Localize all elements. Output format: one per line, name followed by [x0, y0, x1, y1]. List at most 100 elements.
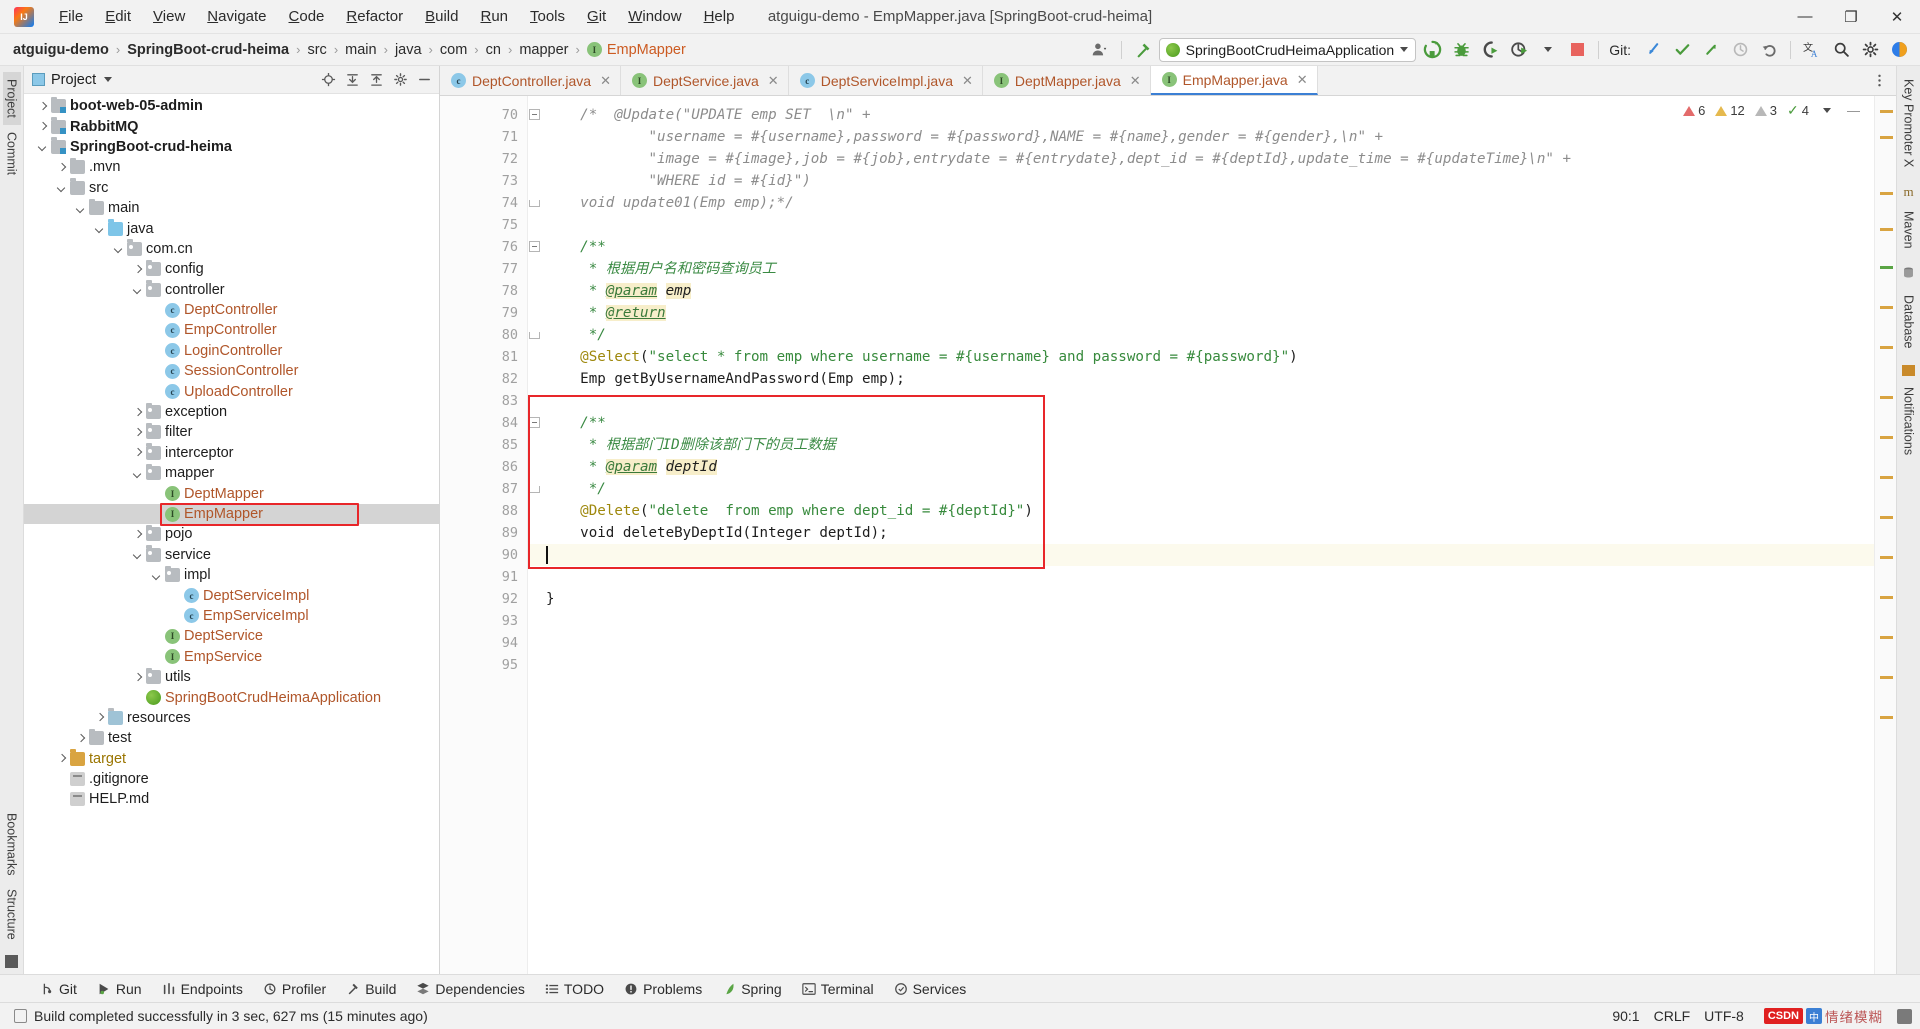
breadcrumb[interactable]: atguigu-demo › SpringBoot-crud-heima › src › m… — [10, 41, 689, 59]
tool-window-bar[interactable]: Git Run Endpoints Profiler Build Dependencies… — [0, 974, 1920, 1002]
chevron-right-icon[interactable] — [36, 100, 49, 113]
line-number-91[interactable]: 91 — [440, 566, 527, 588]
line-number-94[interactable]: 94 — [440, 632, 527, 654]
menu-code[interactable]: Code — [278, 4, 336, 30]
tree-node-pojo[interactable]: pojo — [24, 524, 439, 544]
code-line-95[interactable] — [528, 654, 1874, 676]
tool-window-structure[interactable]: Structure — [3, 882, 21, 947]
line-number-87[interactable]: 87 — [440, 478, 540, 500]
code-line-77[interactable]: * 根据用户名和密码查询员工 — [528, 258, 1874, 280]
tree-node-interceptor[interactable]: interceptor — [24, 443, 439, 463]
tree-node-utils[interactable]: utils — [24, 667, 439, 687]
menu-navigate[interactable]: Navigate — [196, 4, 277, 30]
code-line-72[interactable]: "image = #{image},job = #{job},entrydate… — [528, 148, 1874, 170]
breadcrumb-item-atguigu-demo[interactable]: atguigu-demo — [10, 41, 112, 59]
editor-tab-overflow[interactable] — [1866, 66, 1896, 95]
hide-inspections-icon[interactable]: — — [1847, 103, 1860, 118]
line-number-85[interactable]: 85 — [440, 434, 527, 456]
weak-warning-count-badge[interactable]: 3 — [1754, 103, 1777, 118]
chevron-down-icon[interactable] — [1823, 108, 1831, 113]
chevron-right-icon[interactable] — [131, 406, 144, 419]
analysis-marker[interactable] — [1880, 136, 1893, 139]
menu-tools[interactable]: Tools — [519, 4, 576, 30]
line-number-88[interactable]: 88 — [440, 500, 527, 522]
minimize-button[interactable]: — — [1782, 0, 1828, 34]
more-options-icon[interactable] — [1866, 69, 1892, 93]
collapse-all-icon[interactable] — [341, 69, 363, 91]
tool-window-button-profiler[interactable]: Profiler — [253, 978, 336, 1000]
tree-node-empservice[interactable]: I EmpService — [24, 647, 439, 667]
analysis-marker[interactable] — [1880, 556, 1893, 559]
tool-window-button-endpoints[interactable]: Endpoints — [152, 978, 253, 1000]
breadcrumb-item-java[interactable]: java — [392, 41, 425, 59]
tool-window-button-spring[interactable]: Spring — [712, 978, 791, 1000]
breadcrumb-item-main[interactable]: main — [342, 41, 379, 59]
menu-edit[interactable]: Edit — [94, 4, 142, 30]
line-number-70[interactable]: 70 — [440, 104, 540, 126]
ime-indicator[interactable]: 中 — [1806, 1008, 1822, 1024]
error-count-badge[interactable]: 6 — [1683, 103, 1705, 118]
tree-node-empcontroller[interactable]: c EmpController — [24, 320, 439, 340]
tree-node--mvn[interactable]: .mvn — [24, 157, 439, 177]
chevron-down-icon[interactable] — [150, 569, 163, 582]
editor-tab-deptcontroller-java[interactable]: c DeptController.java ✕ — [440, 66, 621, 95]
menu-bar[interactable]: File Edit View Navigate Code Refactor Build Run… — [48, 4, 745, 30]
analysis-marker[interactable] — [1880, 636, 1893, 639]
line-number-79[interactable]: 79 — [440, 302, 527, 324]
tree-node-deptserviceimpl[interactable]: c DeptServiceImpl — [24, 585, 439, 605]
close-button[interactable]: ✕ — [1874, 0, 1920, 34]
line-number-78[interactable]: 78 — [440, 280, 527, 302]
search-everywhere-icon[interactable] — [1828, 38, 1854, 62]
analysis-marker[interactable] — [1880, 676, 1893, 679]
menu-help[interactable]: Help — [693, 4, 746, 30]
tree-node-boot-web-05-admin[interactable]: boot-web-05-admin — [24, 96, 439, 116]
tree-node-help-md[interactable]: HELP.md — [24, 789, 439, 809]
tree-node-rabbitmq[interactable]: RabbitMQ — [24, 116, 439, 136]
line-number-95[interactable]: 95 — [440, 654, 527, 676]
update-project-icon[interactable] — [1640, 38, 1666, 62]
tree-node-springboot-crud-heima[interactable]: SpringBoot-crud-heima — [24, 137, 439, 157]
breadcrumb-item-springboot-crud-heima[interactable]: SpringBoot-crud-heima — [124, 41, 292, 59]
breadcrumb-item-src[interactable]: src — [304, 41, 329, 59]
stop-button[interactable] — [1564, 38, 1590, 62]
analysis-marker[interactable] — [1880, 306, 1893, 309]
line-number-gutter[interactable]: 70 71 72 73 74 75 76 77 78 79 80 81 82 83 84 85 86 87 88 89… — [440, 96, 540, 974]
close-tab-icon[interactable]: ✕ — [600, 73, 611, 89]
code-line-94[interactable] — [528, 632, 1874, 654]
settings-icon[interactable] — [389, 69, 411, 91]
translate-icon[interactable]: 文A — [1799, 38, 1825, 62]
line-number-82[interactable]: 82 — [440, 368, 527, 390]
code-content[interactable]: /* @Update("UPDATE emp SET \n" + "userna… — [528, 96, 1874, 974]
chevron-right-icon[interactable] — [131, 671, 144, 684]
profiler-button[interactable] — [1506, 38, 1532, 62]
menu-view[interactable]: View — [142, 4, 196, 30]
code-line-74[interactable]: void update01(Emp emp);*/ — [528, 192, 1874, 214]
tool-window-button-run[interactable]: Run — [87, 978, 152, 1000]
tree-node--gitignore[interactable]: .gitignore — [24, 769, 439, 789]
chevron-right-icon[interactable] — [93, 711, 106, 724]
analysis-marker[interactable] — [1880, 266, 1893, 269]
code-line-71[interactable]: "username = #{username},password = #{pas… — [528, 126, 1874, 148]
code-line-81[interactable]: @Select("select * from emp where usernam… — [528, 346, 1874, 368]
chevron-down-icon[interactable] — [131, 467, 144, 480]
tree-node-sessioncontroller[interactable]: c SessionController — [24, 361, 439, 381]
memory-indicator-icon[interactable] — [1897, 1008, 1912, 1024]
analysis-marker[interactable] — [1880, 396, 1893, 399]
analysis-marker[interactable] — [1880, 436, 1893, 439]
chevron-down-icon[interactable] — [131, 548, 144, 561]
settings-icon[interactable] — [1857, 38, 1883, 62]
status-message-area[interactable]: Build completed successfully in 3 sec, 6… — [14, 1008, 428, 1024]
user-account-icon[interactable] — [1087, 38, 1113, 62]
code-line-83[interactable] — [528, 390, 1874, 412]
analysis-scrollbar[interactable] — [1874, 96, 1896, 974]
line-number-92[interactable]: 92 — [440, 588, 527, 610]
tree-node-com-cn[interactable]: com.cn — [24, 239, 439, 259]
terminal-strip-icon[interactable] — [5, 955, 18, 968]
chevron-down-icon[interactable] — [1535, 38, 1561, 62]
debug-button[interactable] — [1448, 38, 1474, 62]
tool-window-commit[interactable]: Commit — [3, 125, 21, 182]
line-number-90[interactable]: 90 — [440, 544, 527, 566]
chevron-down-icon[interactable] — [74, 202, 87, 215]
code-line-84[interactable]: /** — [528, 412, 1874, 434]
analysis-marker[interactable] — [1880, 346, 1893, 349]
